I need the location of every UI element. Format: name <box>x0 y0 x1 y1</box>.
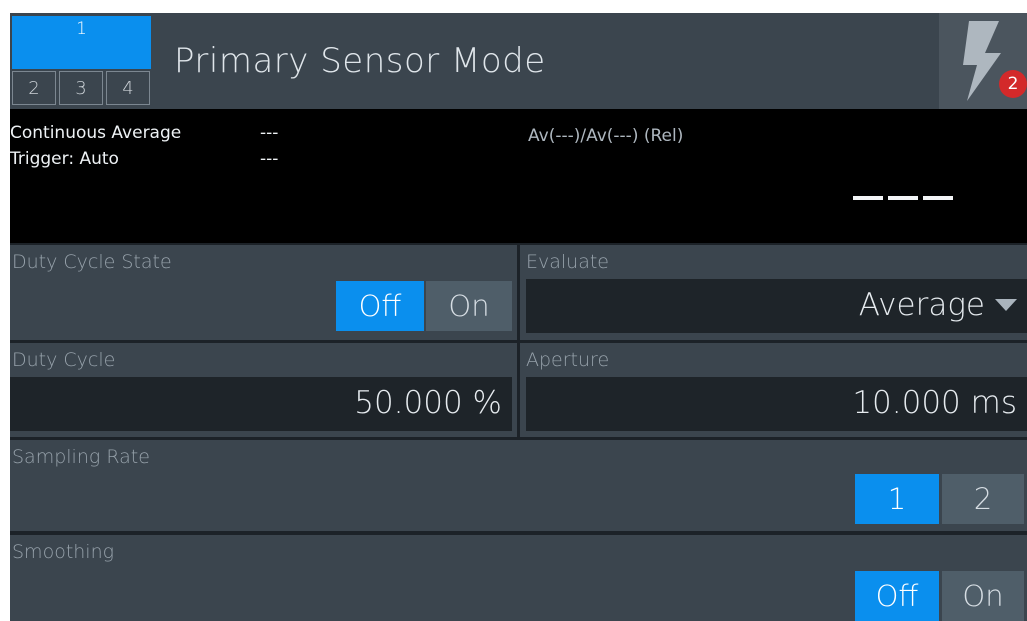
header-bar: 1 2 3 4 Primary Sensor Mode 2 <box>10 13 1027 109</box>
readout-trigger-value: --- <box>260 149 279 169</box>
evaluate-value: Average <box>858 287 985 323</box>
readout-mode-value: --- <box>260 123 279 143</box>
duty-cycle-state-panel: Duty Cycle State Off On <box>10 245 517 340</box>
measurement-3-button[interactable]: 3 <box>59 71 103 105</box>
readout-relative-label: Av(---)/Av(---) (Rel) <box>528 126 684 146</box>
duty-cycle-label: Duty Cycle <box>12 349 116 371</box>
sampling-rate-1-button[interactable]: 1 <box>855 474 939 524</box>
aperture-panel: Aperture 10.000 ms <box>520 343 1027 437</box>
duty-cycle-state-off-button[interactable]: Off <box>336 281 424 331</box>
readout-trigger-label: Trigger: Auto <box>10 149 119 169</box>
duty-cycle-state-label: Duty Cycle State <box>12 251 172 273</box>
measurement-readout: Continuous Average --- Trigger: Auto ---… <box>10 109 1027 243</box>
duty-cycle-panel: Duty Cycle 50.000 % <box>10 343 517 437</box>
evaluate-panel: Evaluate Average <box>520 245 1027 340</box>
page-title: Primary Sensor Mode <box>174 41 546 81</box>
smoothing-on-button[interactable]: On <box>942 571 1024 621</box>
measurement-4-button[interactable]: 4 <box>106 71 150 105</box>
aperture-label: Aperture <box>526 349 610 371</box>
measurement-2-button[interactable]: 2 <box>12 71 56 105</box>
measurement-selector: 1 2 3 4 <box>10 13 154 109</box>
sampling-rate-2-button[interactable]: 2 <box>942 474 1024 524</box>
duty-cycle-state-on-button[interactable]: On <box>426 281 512 331</box>
sampling-rate-panel: Sampling Rate 1 2 <box>10 440 1027 531</box>
evaluate-label: Evaluate <box>526 251 609 273</box>
smoothing-off-button[interactable]: Off <box>855 571 939 621</box>
alert-button[interactable]: 2 <box>939 13 1027 109</box>
aperture-field[interactable]: 10.000 ms <box>526 377 1027 431</box>
evaluate-dropdown[interactable]: Average <box>526 279 1027 333</box>
alert-count-badge: 2 <box>999 70 1027 98</box>
measurement-1-button[interactable]: 1 <box>12 16 151 69</box>
smoothing-panel: Smoothing Off On <box>10 535 1027 621</box>
duty-cycle-field[interactable]: 50.000 % <box>10 377 512 431</box>
readout-value-placeholder <box>853 196 961 204</box>
screen: 1 2 3 4 Primary Sensor Mode 2 Continuous… <box>10 13 1027 621</box>
smoothing-label: Smoothing <box>12 541 115 563</box>
readout-mode-label: Continuous Average <box>10 123 182 143</box>
sampling-rate-label: Sampling Rate <box>12 446 150 468</box>
chevron-down-icon <box>995 298 1017 311</box>
